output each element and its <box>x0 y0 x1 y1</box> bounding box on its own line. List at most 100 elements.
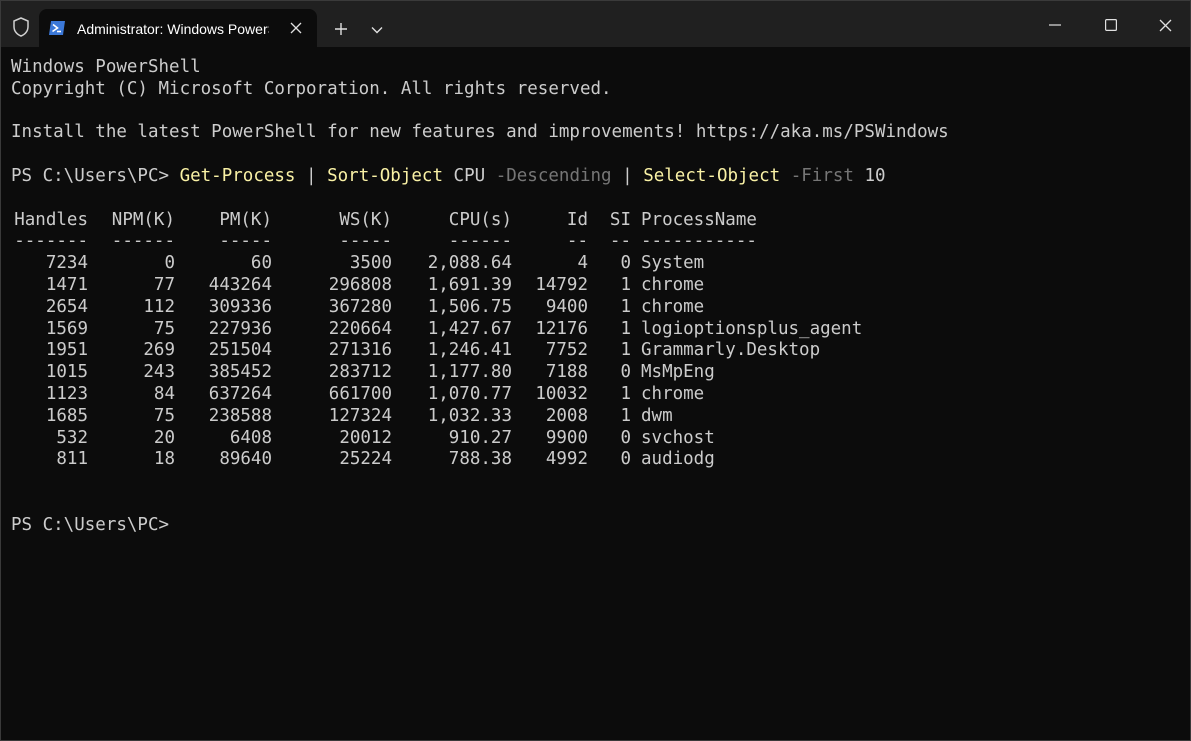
cell-handles: 532 <box>56 427 88 448</box>
parameter-first: -First <box>780 165 854 186</box>
separator: -- <box>566 231 588 252</box>
cell-pm: 637264 <box>208 383 272 404</box>
pipe-operator: | <box>611 165 644 186</box>
cell-cpu: 1,246.41 <box>427 340 512 361</box>
cell-process-name: chrome <box>641 274 705 295</box>
argument-cpu: CPU <box>443 165 496 186</box>
cell-cpu: 1,427.67 <box>427 318 512 339</box>
cell-id: 2008 <box>545 405 588 426</box>
cell-process-name: MsMpEng <box>641 362 715 383</box>
table-row: 1685 75 238588 127324 1,032.33 2008 1 dwm <box>11 406 1181 428</box>
cell-pm: 89640 <box>219 449 272 470</box>
header-pm: PM(K) <box>219 209 272 230</box>
cell-handles: 1123 <box>45 383 88 404</box>
cell-process-name: logioptionsplus_agent <box>641 318 863 339</box>
header-ws: WS(K) <box>339 209 392 230</box>
cell-process-name: chrome <box>641 383 705 404</box>
cell-id: 7752 <box>545 340 588 361</box>
cell-cpu: 1,070.77 <box>427 383 512 404</box>
final-prompt[interactable]: PS C:\Users\PC> <box>11 515 1181 537</box>
cell-process-name: svchost <box>641 427 715 448</box>
cell-process-name: dwm <box>641 405 673 426</box>
cell-si: 1 <box>620 383 631 404</box>
pipe-operator: | <box>295 165 328 186</box>
banner-line: Windows PowerShell <box>11 57 201 77</box>
cell-ws: 661700 <box>328 383 392 404</box>
cell-pm: 251504 <box>208 340 272 361</box>
table-row: 532 20 6408 20012 910.27 9900 0 svchost <box>11 428 1181 450</box>
banner-line: Install the latest PowerShell for new fe… <box>11 122 949 143</box>
cell-ws: 367280 <box>328 296 392 317</box>
cell-ws: 3500 <box>349 253 392 274</box>
cell-pm: 238588 <box>208 405 272 426</box>
prompt: PS C:\Users\PC> <box>11 165 180 186</box>
cell-id: 9900 <box>545 427 588 448</box>
cell-si: 1 <box>620 296 631 317</box>
shield-icon <box>10 16 32 38</box>
cell-id: 4 <box>577 253 588 274</box>
tab-powershell[interactable]: Administrator: Windows PowerShell <box>39 9 317 47</box>
cell-npm: 75 <box>153 405 175 426</box>
cmdlet-select-object: Select-Object <box>643 165 781 186</box>
header-cpu: CPU(s) <box>448 209 512 230</box>
cell-npm: 84 <box>153 383 175 404</box>
cell-npm: 243 <box>143 362 175 383</box>
cell-npm: 112 <box>143 296 175 317</box>
cell-process-name: chrome <box>641 296 705 317</box>
cell-cpu: 788.38 <box>448 449 512 470</box>
cell-cpu: 1,032.33 <box>427 405 512 426</box>
cell-id: 7188 <box>545 362 588 383</box>
parameter-descending: -Descending <box>495 165 612 186</box>
cell-ws: 127324 <box>328 405 392 426</box>
close-tab-icon[interactable] <box>289 21 303 35</box>
cell-handles: 7234 <box>45 253 88 274</box>
title-bar[interactable]: Administrator: Windows PowerShell <box>1 1 1190 47</box>
cell-si: 0 <box>620 253 631 274</box>
header-npm: NPM(K) <box>111 209 175 230</box>
cell-process-name: System <box>641 253 705 274</box>
cell-cpu: 910.27 <box>448 427 512 448</box>
separator: ------ <box>111 231 175 252</box>
table-row: 7234 0 60 3500 2,088.64 4 0 System <box>11 253 1181 275</box>
header-process-name: ProcessName <box>641 209 757 230</box>
cell-cpu: 1,506.75 <box>427 296 512 317</box>
terminal-window: Administrator: Windows PowerShell <box>0 0 1191 741</box>
header-id: Id <box>566 209 588 230</box>
new-tab-plus-icon[interactable] <box>332 20 350 38</box>
cell-handles: 811 <box>56 449 88 470</box>
cell-handles: 1685 <box>45 405 88 426</box>
banner-line <box>11 101 1181 123</box>
table-row: 1569 75 227936 220664 1,427.67 12176 1 logiopti… <box>11 319 1181 341</box>
table-row: 1015 243 385452 283712 1,177.80 7188 0 MsMpEng <box>11 362 1181 384</box>
tab-title: Administrator: Windows PowerShell <box>77 21 269 37</box>
header-handles: Handles <box>14 209 88 230</box>
cell-si: 1 <box>620 274 631 295</box>
cell-npm: 20 <box>153 427 175 448</box>
separator: ------- <box>14 231 88 252</box>
cell-handles: 1015 <box>45 362 88 383</box>
table-row: 811 18 89640 25224 788.38 4992 0 audiodg <box>11 449 1181 471</box>
table-separator: ------- ------ ----- ----- ------ -- -- … <box>11 231 1181 253</box>
separator: ----------- <box>641 231 757 252</box>
cell-id: 4992 <box>545 449 588 470</box>
cell-npm: 77 <box>153 274 175 295</box>
cell-handles: 1951 <box>45 340 88 361</box>
chevron-down-icon[interactable] <box>369 22 385 38</box>
cell-handles: 1471 <box>45 274 88 295</box>
console-output[interactable]: Windows PowerShell Copyright (C) Microso… <box>11 57 1181 727</box>
command-line: PS C:\Users\PC> Get-Process | Sort-Objec… <box>11 166 1181 188</box>
maximize-icon[interactable] <box>1088 9 1134 41</box>
cell-ws: 296808 <box>328 274 392 295</box>
close-icon[interactable] <box>1142 9 1188 41</box>
minimize-icon[interactable] <box>1032 9 1078 41</box>
cell-pm: 6408 <box>229 427 272 448</box>
cell-si: 1 <box>620 405 631 426</box>
powershell-icon <box>48 20 66 36</box>
cell-pm: 227936 <box>208 318 272 339</box>
cell-si: 0 <box>620 362 631 383</box>
cell-npm: 18 <box>153 449 175 470</box>
cell-id: 14792 <box>535 274 588 295</box>
cell-ws: 20012 <box>339 427 392 448</box>
